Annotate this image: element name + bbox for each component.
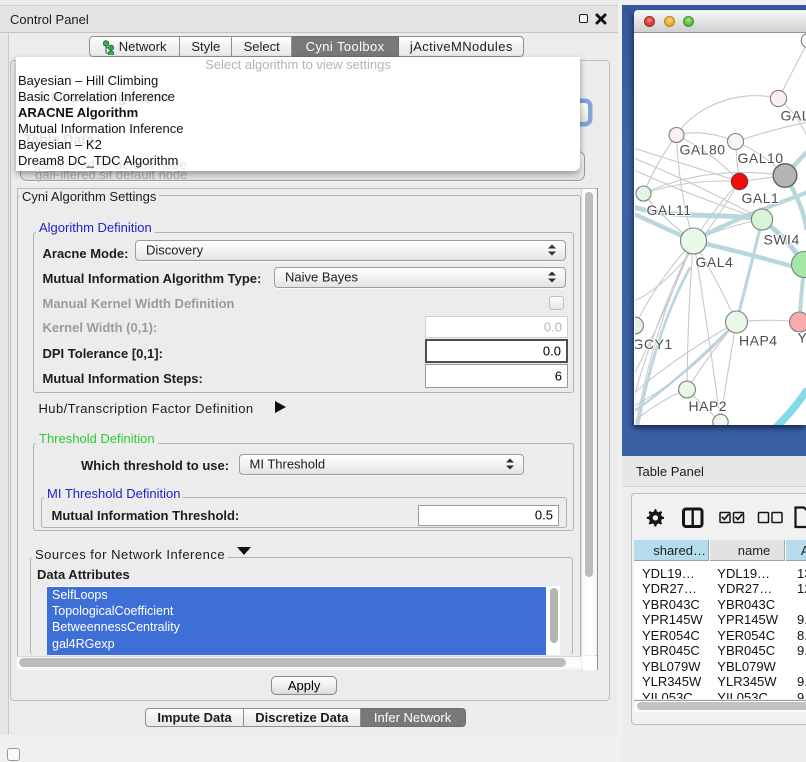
svg-text:GAL4: GAL4: [695, 254, 733, 270]
svg-text:Y: Y: [797, 329, 806, 345]
svg-text:HAP2: HAP2: [688, 398, 727, 414]
svg-text:SWI4: SWI4: [763, 231, 799, 247]
svg-text:GAL1: GAL1: [741, 190, 779, 206]
svg-text:GCY1: GCY1: [635, 336, 673, 352]
svg-text:GAL7: GAL7: [780, 107, 806, 123]
svg-text:HAP4: HAP4: [739, 332, 778, 348]
svg-text:GAL11: GAL11: [646, 202, 691, 218]
svg-text:GAL10: GAL10: [737, 150, 783, 166]
svg-text:GAL80: GAL80: [679, 141, 725, 157]
